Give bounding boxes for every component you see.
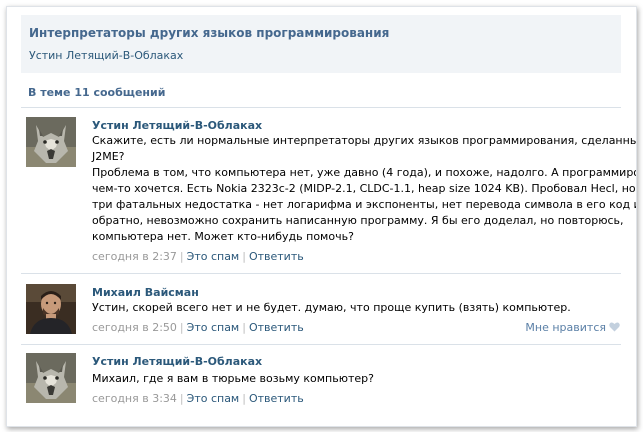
like-button[interactable]: Мне нравится <box>525 321 620 334</box>
post-author[interactable]: Михаил Вайсман <box>92 286 199 299</box>
post-text-line: J2ME? <box>92 150 125 163</box>
topic-author-link[interactable]: Устин Летящий-В-Облаках <box>29 49 183 62</box>
wolf-avatar[interactable] <box>26 353 76 403</box>
post-text-line: Проблема в том, что компьютера нет, уже … <box>92 166 637 179</box>
post-text-line: чем-то хочется. Есть Nokia 2323c-2 (MIDP… <box>92 182 637 195</box>
topic-header: Интерпретаторы других языков программиро… <box>21 15 621 73</box>
post-text-line: Устин, скорей всего нет и не будет. дума… <box>92 301 571 314</box>
wolf-avatar[interactable] <box>26 117 76 167</box>
post-text-line: Скажите, есть ли нормальные интерпретато… <box>92 134 637 147</box>
reply-link[interactable]: Ответить <box>249 250 304 263</box>
post-text-line: обратно, невозможно сохранить написанную… <box>92 214 624 227</box>
post-time[interactable]: сегодня в 3:34 <box>92 392 177 405</box>
post-text: Устин, скорей всего нет и не будет. дума… <box>92 300 612 316</box>
post-meta: сегодня в 2:37 | Это спам | Ответить <box>92 250 304 263</box>
divider <box>21 107 621 108</box>
post-text-line: компьютера нет. Может кто-нибудь помочь? <box>92 230 354 243</box>
like-label: Мне нравится <box>525 321 606 334</box>
heart-icon <box>609 322 620 332</box>
man-avatar[interactable] <box>26 284 76 334</box>
post-text: Михаил, где я вам в тюрьме возьму компью… <box>92 371 612 387</box>
post-meta: сегодня в 3:34 | Это спам | Ответить <box>92 392 304 405</box>
spam-link[interactable]: Это спам <box>187 392 240 405</box>
messages-count: В теме 11 сообщений <box>28 86 166 99</box>
post-time[interactable]: сегодня в 2:50 <box>92 321 177 334</box>
post-author[interactable]: Устин Летящий-В-Облаках <box>92 355 262 368</box>
post-text-line: три фатальных недостатка - нет логарифма… <box>92 198 637 211</box>
spam-link[interactable]: Это спам <box>187 321 240 334</box>
post-text-line: Михаил, где я вам в тюрьме возьму компью… <box>92 372 374 385</box>
post-time[interactable]: сегодня в 2:37 <box>92 250 177 263</box>
post-meta: сегодня в 2:50 | Это спам | Ответить <box>92 321 304 334</box>
spam-link[interactable]: Это спам <box>187 250 240 263</box>
divider <box>21 273 621 274</box>
post-text: Скажите, есть ли нормальные интерпретато… <box>92 133 637 245</box>
post-author[interactable]: Устин Летящий-В-Облаках <box>92 119 262 132</box>
divider <box>21 344 621 345</box>
topic-page: Интерпретаторы других языков программиро… <box>6 6 637 427</box>
reply-link[interactable]: Ответить <box>249 392 304 405</box>
reply-link[interactable]: Ответить <box>249 321 304 334</box>
page-title: Интерпретаторы других языков программиро… <box>29 26 390 40</box>
